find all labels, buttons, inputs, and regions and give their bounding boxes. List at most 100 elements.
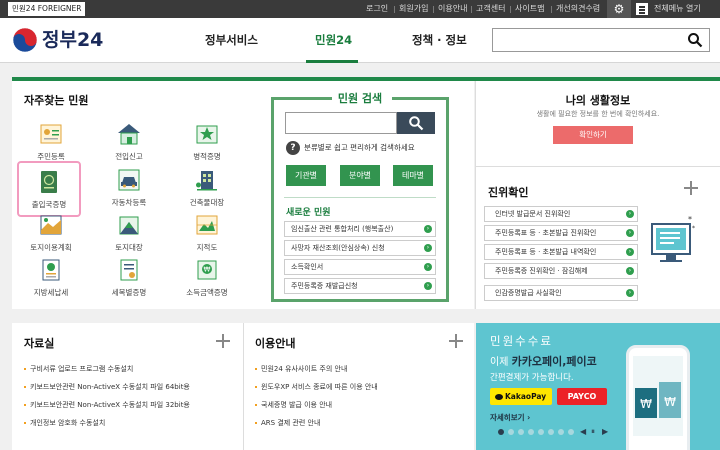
verify-item[interactable]: 인감증명발급 사실확인 › (484, 285, 638, 301)
income-certificate-icon: ₩ (197, 260, 217, 280)
pagination-dot[interactable] (568, 429, 574, 435)
arrow-right-icon: › (626, 289, 634, 297)
civil-search-button[interactable] (397, 112, 435, 134)
divider (476, 166, 720, 167)
new-civil-item[interactable]: 임신출산 관련 통합처리 (행복출산) › (284, 221, 436, 237)
verify-item-label: 인감증명발급 사실확인 (495, 289, 562, 297)
sitemap-link[interactable]: 사이트맵 (509, 0, 544, 18)
verify-item-label: 주민등록증 진위확인 · 잠김해제 (495, 267, 588, 275)
arrow-right-icon: › (424, 244, 432, 252)
banner-more-label: 자세히보기 (490, 413, 525, 422)
resources-item[interactable]: 키보드보안관련 Non-ActiveX 수동설치 파일 64bit용 (24, 382, 190, 392)
all-menu-button[interactable]: 전체메뉴 열기 (636, 0, 720, 18)
guide-item[interactable]: 국세증명 발급 이용 안내 (254, 400, 332, 410)
tab-by-theme[interactable]: 테마별 (393, 165, 433, 186)
resources-item[interactable]: 개인정보 암호화 수동설치 (23, 418, 105, 428)
new-civil-item-label: 임신출산 관련 통합처리 (행복출산) (291, 225, 394, 233)
signup-link[interactable]: 회원가입 (393, 0, 428, 18)
chat-bubble-icon (495, 394, 503, 400)
pagination-dot[interactable] (528, 429, 534, 435)
pagination-dot[interactable] (558, 429, 564, 435)
pagination-dot[interactable] (508, 429, 514, 435)
verify-item[interactable]: 인터넷 발급문서 진위확인 › (484, 206, 638, 222)
tax-document-icon (120, 259, 138, 281)
cadastral-map-icon (196, 215, 218, 235)
svc-tax-item-certificate[interactable]: 세목별증명 (97, 251, 161, 307)
my-info-confirm-button[interactable]: 확인하기 (553, 126, 633, 144)
svg-text:₩: ₩ (640, 397, 652, 411)
search-icon[interactable] (687, 32, 703, 48)
plus-icon[interactable] (684, 181, 698, 195)
arrow-right-icon: › (626, 229, 634, 237)
active-nav-indicator (306, 60, 358, 63)
guide-item[interactable]: 윈도우XP 서비스 종료에 따른 이용 안내 (255, 382, 378, 392)
new-civil-title: 새로운 민원 (286, 208, 331, 218)
banner-next-icon[interactable]: ▶ (602, 427, 608, 436)
new-civil-item[interactable]: 소득확인서 › (284, 259, 436, 275)
banner-desc: 간편결제가 가능합니다. (490, 373, 574, 383)
login-link[interactable]: 로그인 (366, 0, 388, 18)
divider (284, 197, 436, 198)
svc-label: 세목별증명 (111, 288, 147, 297)
verify-title: 진위확인 (488, 186, 529, 199)
my-info-title: 나의 생활정보 (565, 94, 631, 107)
guide-item[interactable]: 민원24 유사사이트 주의 안내 (254, 364, 347, 374)
tax-certificate-icon (42, 259, 60, 281)
nav-minwon24[interactable]: 민원24 (315, 32, 352, 48)
tab-by-agency[interactable]: 기관별 (286, 165, 326, 186)
nav-policy-info[interactable]: 정책 · 정보 (412, 32, 467, 48)
building-icon (196, 171, 217, 191)
new-civil-item[interactable]: 주민등록증 재발급신청 › (284, 278, 436, 294)
new-civil-item-label: 사망자 재산조회(안심상속) 신청 (291, 244, 385, 252)
plus-icon[interactable] (216, 334, 230, 348)
verify-item-label: 인터넷 발급문서 진위확인 (495, 210, 571, 218)
passport-icon (41, 171, 57, 193)
banner-pause-icon[interactable]: ⏸ (591, 427, 595, 437)
my-info-desc: 생활에 필요한 정보를 한 번에 확인하세요. (536, 110, 660, 118)
arrow-right-icon: › (626, 210, 634, 218)
foreigner-link[interactable]: 민원24 FOREIGNER (8, 2, 86, 16)
nav-gov-service[interactable]: 정부서비스 (205, 32, 258, 48)
svg-text:₩: ₩ (204, 266, 211, 274)
taegeuk-logo-icon[interactable] (12, 27, 38, 53)
verify-item-label: 주민등록표 등 · 초본발급 진위확인 (495, 229, 597, 237)
gear-icon[interactable]: ⚙ (607, 0, 631, 18)
tab-by-field[interactable]: 분야별 (340, 165, 380, 186)
banner-prev-icon[interactable]: ◀ (580, 427, 586, 436)
car-icon (118, 169, 140, 191)
svc-local-tax[interactable]: 지방세납세 (19, 251, 83, 307)
feedback-link[interactable]: 개선의견수렴 (550, 0, 600, 18)
civil-search-help: 분류별로 쉽고 편리하게 검색하세요 (304, 143, 415, 152)
verify-item[interactable]: 주민등록표 등 · 초본발급 진위확인 › (484, 225, 638, 241)
panel-divider (243, 323, 244, 450)
banner-more-link[interactable]: 자세히보기 › (490, 412, 530, 423)
arrow-right-icon: › (424, 282, 432, 290)
guide-link[interactable]: 이용안내 (432, 0, 467, 18)
svg-text:*: * (692, 225, 695, 232)
payment-banner[interactable]: ₩ ₩ 민원수수료 이제 카카오페이,페이코 간편결제가 가능합니다. Kaka… (476, 323, 720, 450)
new-civil-item[interactable]: 사망자 재산조회(안심상속) 신청 › (284, 240, 436, 256)
civil-search-input[interactable] (285, 112, 397, 134)
pagination-dot[interactable] (548, 429, 554, 435)
guide-item[interactable]: ARS 결제 관련 안내 (254, 418, 320, 428)
resources-item[interactable]: 키보드보안관련 Non-ActiveX 수동설치 파일 32bit용 (24, 400, 190, 410)
payco-logo: PAYCO (557, 388, 607, 405)
resources-item[interactable]: 구비서류 업로드 프로그램 수동설치 (23, 364, 133, 374)
all-menu-label: 전체메뉴 열기 (654, 4, 701, 13)
verify-item[interactable]: 주민등록증 진위확인 · 잠김해제 › (484, 263, 638, 279)
arrow-right-icon: › (626, 248, 634, 256)
svc-income-certificate[interactable]: ₩ 소득금액증명 (175, 251, 239, 307)
customer-center-link[interactable]: 고객센터 (470, 0, 505, 18)
pagination-dot[interactable] (498, 429, 504, 435)
verify-item[interactable]: 주민등록표 등 · 초본발급 내역확인 › (484, 244, 638, 260)
plus-icon[interactable] (449, 334, 463, 348)
pagination-dot[interactable] (518, 429, 524, 435)
site-logo[interactable]: 정부24 (42, 27, 103, 53)
header: 정부24 정부서비스 민원24 정책 · 정보 (0, 18, 720, 63)
svg-text:*: * (688, 215, 692, 224)
banner-subtitle-highlight: 카카오페이,페이코 (511, 355, 597, 368)
new-civil-item-label: 주민등록증 재발급신청 (291, 282, 358, 290)
house-icon (118, 124, 140, 145)
search-input[interactable] (492, 28, 710, 52)
pagination-dot[interactable] (538, 429, 544, 435)
